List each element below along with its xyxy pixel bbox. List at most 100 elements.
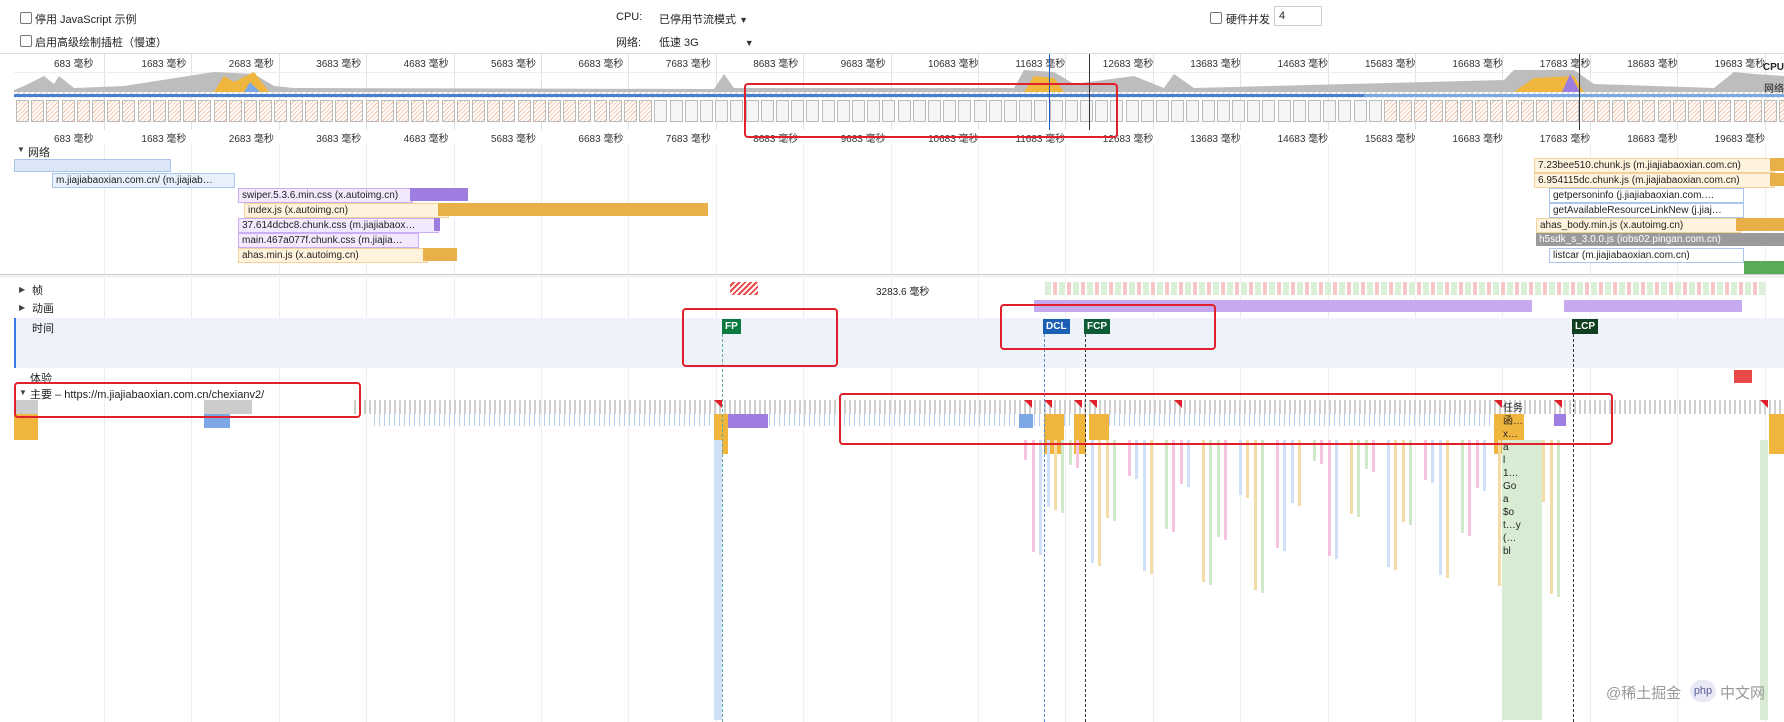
flame-block[interactable]	[809, 414, 810, 426]
flame-block[interactable]	[1739, 400, 1741, 414]
flame-block[interactable]	[1654, 400, 1656, 414]
screenshot-thumbnail[interactable]	[198, 100, 212, 122]
flame-block[interactable]	[1724, 400, 1726, 414]
flame-block[interactable]	[1091, 440, 1094, 563]
flame-block[interactable]	[694, 414, 695, 426]
flame-block[interactable]	[814, 414, 815, 426]
animation-bar[interactable]	[1564, 300, 1742, 312]
screenshot-thumbnail[interactable]	[1125, 100, 1139, 122]
screenshot-thumbnail[interactable]	[578, 100, 592, 122]
flame-block[interactable]	[1276, 440, 1279, 548]
flame-block[interactable]	[1439, 440, 1442, 575]
flame-block[interactable]	[1634, 400, 1636, 414]
flame-block[interactable]	[564, 400, 566, 414]
flame-block[interactable]	[549, 400, 551, 414]
flame-block[interactable]	[654, 400, 656, 414]
flame-block[interactable]	[1402, 440, 1405, 522]
request-swiper-css[interactable]: swiper.5.3.6.min.css (x.autoimg.cn)	[238, 188, 413, 203]
screenshot-thumbnail[interactable]	[168, 100, 181, 122]
flame-block[interactable]	[1209, 440, 1212, 585]
screenshot-thumbnail[interactable]	[1703, 100, 1717, 122]
screenshot-thumbnail[interactable]	[213, 100, 227, 122]
flame-block[interactable]	[1619, 400, 1621, 414]
flame-block[interactable]	[534, 414, 535, 426]
screenshot-thumbnail[interactable]	[107, 100, 121, 122]
request-h5sdk[interactable]: h5sdk_s_3.0.0.js (iobs02.pingan.com.cn)	[1536, 233, 1784, 246]
flame-block[interactable]	[1143, 440, 1146, 571]
flame-block[interactable]	[669, 400, 671, 414]
flame-block[interactable]	[1461, 440, 1464, 533]
screenshot-thumbnail[interactable]	[1672, 100, 1686, 122]
flame-block[interactable]	[754, 400, 756, 414]
flame-block[interactable]	[769, 414, 770, 426]
flame-block[interactable]	[599, 414, 600, 426]
flame-block[interactable]	[1483, 440, 1486, 491]
screenshot-thumbnail[interactable]	[1247, 100, 1261, 122]
flame-block[interactable]	[594, 400, 596, 414]
flame-block[interactable]	[494, 400, 496, 414]
flame-block[interactable]	[679, 400, 681, 414]
flame-block[interactable]	[524, 400, 526, 414]
stack-frame-label[interactable]: Go	[1503, 480, 1545, 493]
screenshot-thumbnail[interactable]	[350, 100, 364, 122]
flame-block[interactable]	[594, 414, 595, 426]
request-main-css[interactable]: main.467a077f.chunk.css (m.jiajia…	[238, 233, 419, 248]
screenshot-thumbnail[interactable]	[1201, 100, 1215, 122]
stack-frame-label[interactable]: $o	[1503, 506, 1545, 519]
flame-block[interactable]	[609, 414, 610, 426]
flame-block[interactable]	[439, 414, 440, 426]
flame-block[interactable]	[1054, 440, 1057, 510]
flame-block[interactable]	[1165, 440, 1168, 529]
screenshot-thumbnail[interactable]	[16, 100, 29, 122]
flame-block[interactable]	[1150, 440, 1153, 574]
flame-block[interactable]	[574, 414, 575, 426]
flame-block[interactable]	[374, 414, 375, 426]
flame-block[interactable]	[504, 414, 505, 426]
flame-block[interactable]	[534, 400, 536, 414]
flame-block[interactable]	[589, 400, 591, 414]
flame-block[interactable]	[459, 414, 460, 426]
flame-block[interactable]	[399, 414, 400, 426]
flame-block[interactable]	[524, 414, 525, 426]
request-getavailable[interactable]: getAvailableResourceLinkNew (j.jiaj…	[1549, 203, 1744, 218]
flame-block[interactable]	[674, 400, 676, 414]
flame-block[interactable]	[779, 400, 781, 414]
cpu-throttle-select[interactable]: 已停用节流模式 ▼	[659, 11, 748, 27]
flame-block[interactable]	[464, 400, 466, 414]
screenshot-thumbnail[interactable]	[365, 100, 379, 122]
flame-block[interactable]	[699, 400, 701, 414]
screenshot-thumbnail[interactable]	[1368, 100, 1382, 122]
screenshot-thumbnail[interactable]	[426, 100, 440, 122]
screenshot-thumbnail[interactable]	[1171, 100, 1185, 122]
flame-block[interactable]	[1328, 440, 1331, 556]
screenshot-thumbnail[interactable]	[244, 100, 257, 122]
flame-block[interactable]	[1135, 440, 1138, 479]
screenshot-thumbnail[interactable]	[1262, 100, 1276, 122]
screenshot-thumbnail[interactable]	[274, 100, 288, 122]
flame-block[interactable]	[409, 414, 410, 426]
flame-block[interactable]	[549, 414, 550, 426]
flame-block[interactable]	[829, 400, 831, 414]
disable-js-checkbox[interactable]	[20, 12, 32, 24]
flame-block[interactable]	[1714, 400, 1716, 414]
flame-block[interactable]	[1032, 440, 1035, 552]
screenshot-thumbnail[interactable]	[289, 100, 303, 122]
flame-block[interactable]	[1694, 400, 1696, 414]
flame-block[interactable]	[1476, 440, 1479, 488]
flame-block[interactable]	[1254, 440, 1257, 590]
flame-block[interactable]	[394, 414, 395, 426]
flame-block[interactable]	[689, 414, 690, 426]
flame-block[interactable]	[474, 400, 476, 414]
flame-block[interactable]	[489, 400, 491, 414]
flame-block[interactable]	[389, 400, 391, 414]
request-chunk-7[interactable]: 7.23bee510.chunk.js (m.jiajiabaoxian.com…	[1534, 158, 1775, 173]
flame-block[interactable]	[414, 400, 416, 414]
request-listcar[interactable]: listcar (m.jiajiabaoxian.com.cn)	[1549, 248, 1744, 263]
expand-triangle-icon[interactable]: ▼	[17, 145, 25, 154]
flame-block[interactable]	[629, 414, 630, 426]
screenshot-thumbnail[interactable]	[1657, 100, 1671, 122]
flame-block[interactable]	[514, 400, 516, 414]
flame-block[interactable]	[1734, 400, 1736, 414]
flame-block[interactable]	[1557, 440, 1560, 597]
request-ahas-js[interactable]: ahas.min.js (x.autoimg.cn)	[238, 248, 428, 263]
